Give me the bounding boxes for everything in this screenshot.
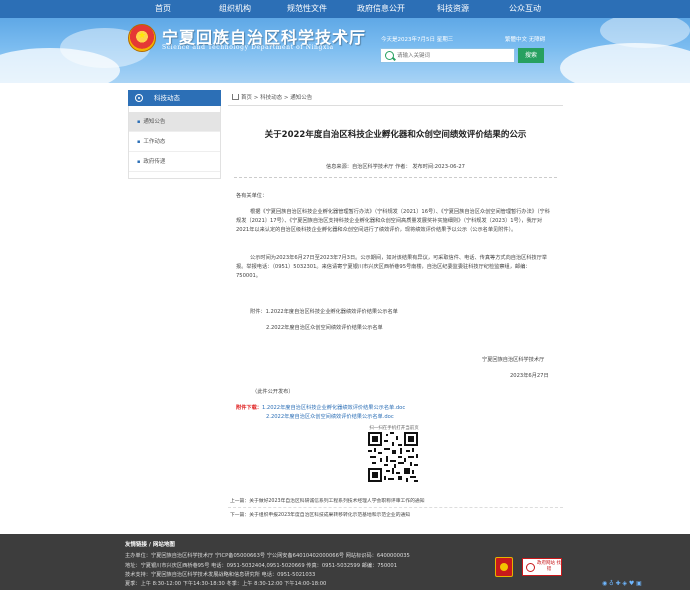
nav-info-disclosure[interactable]: 政府信息公开: [346, 0, 416, 18]
nav-home[interactable]: 首页: [128, 0, 198, 18]
breadcrumb[interactable]: 首页 > 科技动态 > 通知公告: [228, 90, 563, 106]
badge-text: 政府网站 找错: [537, 561, 561, 572]
footer-line-4: 夏季：上午 8:30-12:00 下午14:30-18:30 冬季：上午 8:3…: [125, 581, 327, 587]
search-button[interactable]: 搜索: [518, 48, 544, 63]
nav-tech-resources[interactable]: 科技资源: [418, 0, 488, 18]
qr-caption: 扫一扫在手机打开当前页: [369, 426, 419, 431]
footer: 友情链接 / 网站地图 主办单位：宁夏回族自治区科学技术厅 宁ICP备05000…: [0, 534, 690, 590]
attachment-2: 2.2022年度自治区众创空间绩效评价结果公示名单: [266, 325, 383, 331]
public-note: （此件公开发布）: [252, 389, 294, 395]
target-icon: [135, 94, 143, 102]
paragraph-2: 公示时间为2023年6月27日至2023年7月3日。公示期间，如对该结果有异议，…: [236, 255, 548, 279]
download-link-1[interactable]: 1.2022年度自治区科技企业孵化器绩效评价结果公示名单.doc: [262, 405, 405, 411]
attachment-1: 附件：1.2022年度自治区科技企业孵化器绩效评价结果公示名单: [250, 308, 398, 315]
main-content: 首页 > 科技动态 > 通知公告 关于2022年度自治区科技企业孵化器和众创空间…: [228, 90, 563, 178]
download-link-2[interactable]: 2.2022年度自治区众创空间绩效评价结果公示名单.doc: [266, 414, 394, 420]
party-gov-badge-icon[interactable]: [495, 557, 513, 577]
nav-public-interaction[interactable]: 公众互动: [490, 0, 560, 18]
sidebar-list: 通知公告 工作动态 政府传递: [128, 106, 221, 179]
national-emblem-icon: ★: [128, 24, 156, 52]
breadcrumb-text[interactable]: 首页 > 科技动态 > 通知公告: [241, 95, 312, 101]
utility-links[interactable]: 繁體中文 无障碍: [505, 35, 545, 43]
date-text: 今天是2023年7月5日 星期三: [381, 37, 454, 43]
search-box: [380, 48, 515, 63]
download-1: 附件下载：1.2022年度自治区科技企业孵化器绩效评价结果公示名单.doc: [236, 404, 405, 411]
article-meta: 信息来源：自治区科学技术厅 作者： 发布时间:2023-06-27: [326, 164, 465, 170]
sidebar-title: 科技动态: [154, 94, 180, 102]
next-article-link[interactable]: 下一篇：关于组织申报2023年度自治区科技成果转移转化示范基地和示范企业的通知: [230, 511, 410, 518]
footer-line-2: 地址：宁夏银川市兴庆区西桥巷95号 电话：0951-5032404,0951-5…: [125, 563, 398, 569]
article-title: 关于2022年度自治区科技企业孵化器和众创空间绩效评价结果的公示: [264, 130, 527, 140]
footer-heading[interactable]: 友情链接 / 网站地图: [125, 540, 175, 548]
sidebar-item-notices[interactable]: 通知公告: [129, 112, 220, 132]
search-input[interactable]: [397, 51, 507, 61]
divider: [228, 507, 563, 508]
attachment-label: 附件：: [250, 309, 266, 315]
sidebar-item-gov-transfer[interactable]: 政府传递: [129, 152, 220, 172]
signature-date: 2023年6月27日: [510, 373, 549, 379]
signature-org: 宁夏回族自治区科学技术厅: [482, 357, 545, 363]
nav-normative-docs[interactable]: 规范性文件: [272, 0, 342, 18]
sidebar: 科技动态 通知公告 工作动态 政府传递: [128, 90, 221, 179]
error-report-icon: [526, 563, 535, 572]
sidebar-header: 科技动态: [128, 90, 221, 106]
attachment-1-text: 1.2022年度自治区科技企业孵化器绩效评价结果公示名单: [265, 309, 398, 315]
home-icon[interactable]: [232, 94, 239, 100]
gov-site-error-badge[interactable]: 政府网站 找错: [522, 558, 562, 576]
divider: [234, 177, 557, 178]
accessibility-icons[interactable]: ◉ ♁ ✚ ◈ ♥ ▣: [602, 580, 642, 587]
top-nav: 首页 组织机构 规范性文件 政府信息公开 科技资源 公众互动: [0, 0, 690, 18]
nav-organization[interactable]: 组织机构: [200, 0, 270, 18]
footer-line-1: 主办单位：宁夏回族自治区科学技术厅 宁ICP备05000663号 宁公网安备64…: [125, 553, 410, 559]
footer-line-3: 技术支持：宁夏回族自治区科学技术发展战略和信息研究所 电话：0951-50210…: [125, 572, 316, 578]
salutation: 各有关单位：: [236, 193, 268, 199]
download-label: 附件下载：: [236, 405, 262, 411]
paragraph-1: 根据《宁夏回族自治区科技企业孵化器管理暂行办法》（宁科规发〔2021〕16号）、…: [236, 209, 550, 233]
qr-code-icon: [368, 432, 418, 482]
site-subtitle: Science and Technology Department of Nin…: [162, 44, 334, 51]
download-2: 2.2022年度自治区众创空间绩效评价结果公示名单.doc: [266, 413, 394, 420]
prev-article-link[interactable]: 上一篇：关于做好2023年自治区科研诚信系列工程系列技术经理人学会职称评审工作的…: [230, 497, 425, 504]
sidebar-item-work-news[interactable]: 工作动态: [129, 132, 220, 152]
search-icon: [385, 51, 394, 60]
